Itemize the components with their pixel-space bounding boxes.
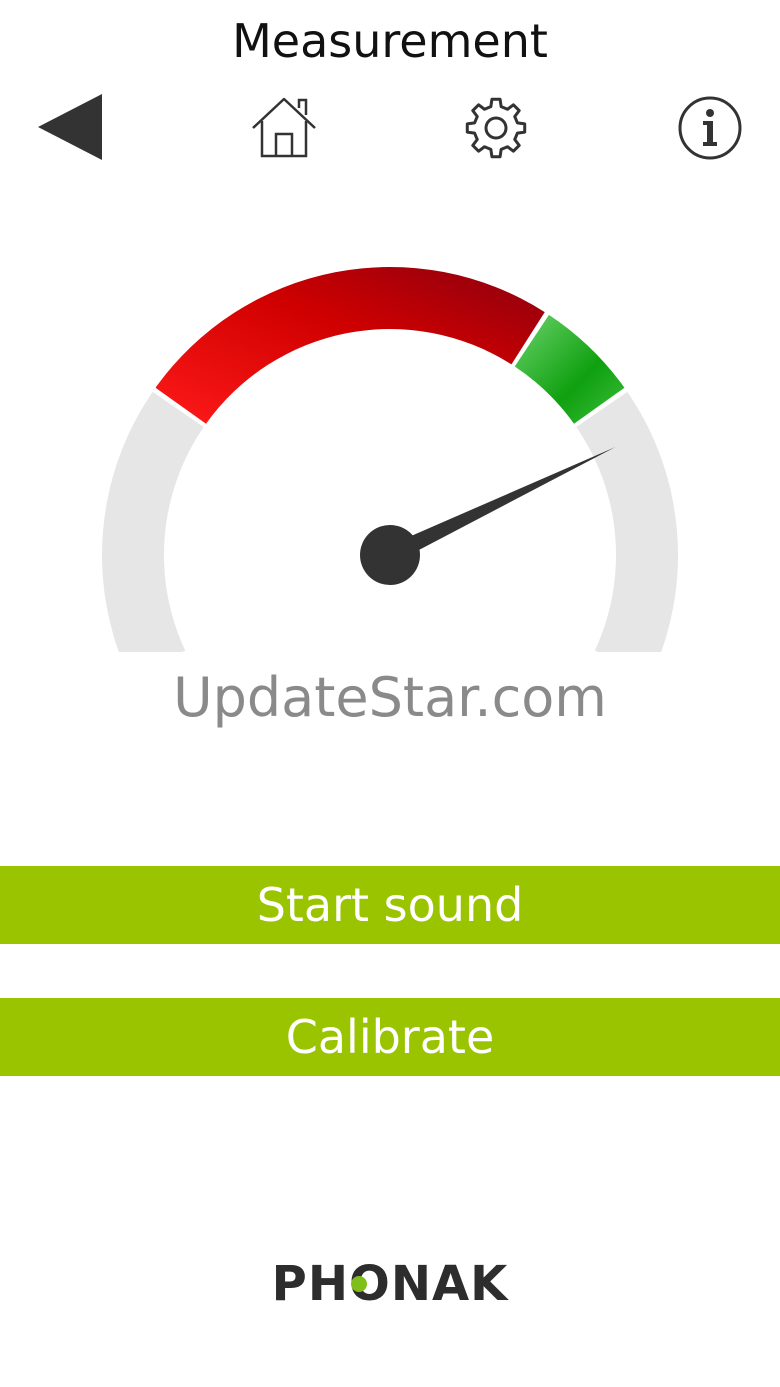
back-button[interactable] bbox=[36, 92, 106, 162]
gauge-track-right bbox=[576, 391, 678, 652]
gauge-track-left bbox=[102, 391, 204, 652]
gauge-needle bbox=[386, 446, 616, 564]
page-title: Measurement bbox=[232, 14, 548, 68]
watermark-text: UpdateStar.com bbox=[173, 666, 607, 729]
home-button[interactable] bbox=[250, 94, 318, 160]
settings-button[interactable] bbox=[462, 94, 530, 162]
back-arrow-icon bbox=[38, 94, 102, 160]
home-icon bbox=[252, 97, 316, 158]
info-button[interactable] bbox=[676, 94, 744, 162]
start-sound-button[interactable]: Start sound bbox=[0, 866, 780, 944]
level-gauge bbox=[102, 266, 678, 652]
calibrate-button[interactable]: Calibrate bbox=[0, 998, 780, 1076]
logo-text: PHONAK bbox=[271, 1256, 509, 1312]
gauge-hub bbox=[360, 525, 420, 585]
phonak-logo: PHONAK bbox=[0, 1256, 780, 1312]
logo-dot-icon bbox=[351, 1276, 367, 1292]
gear-icon bbox=[465, 97, 527, 159]
gauge-red-zone bbox=[155, 266, 545, 424]
gauge-track bbox=[102, 391, 678, 652]
info-icon bbox=[678, 96, 742, 160]
